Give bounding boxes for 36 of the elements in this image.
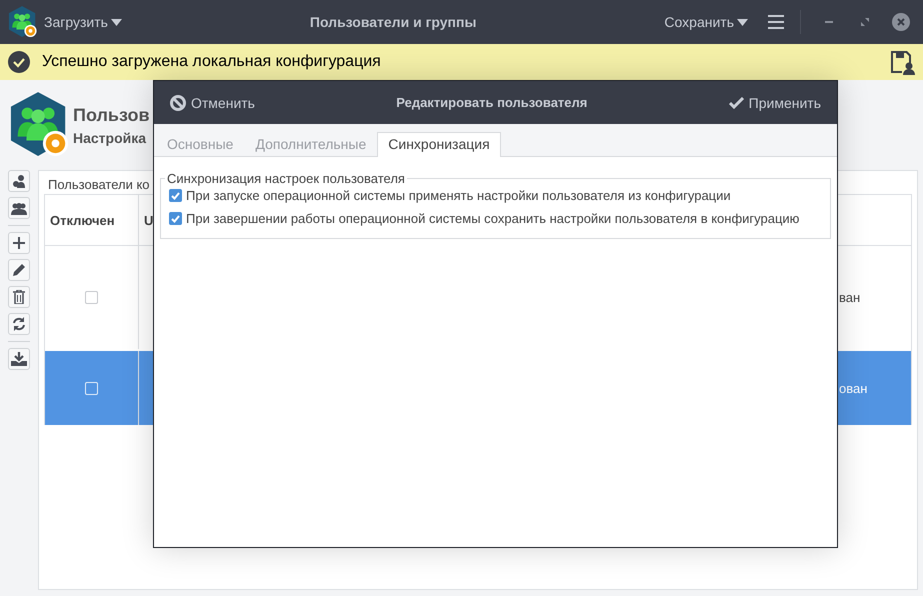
checkbox[interactable] xyxy=(169,212,182,225)
edit-icon[interactable] xyxy=(8,259,30,281)
save-user-icon[interactable] xyxy=(889,49,915,75)
caret-icon xyxy=(737,18,748,26)
checkbox-label: При запуске операционной системы применять настройки пользователя из конфигурации xyxy=(186,188,731,203)
add-icon[interactable] xyxy=(8,232,30,254)
notification-text: Успешно загружена локальная конфигурация xyxy=(42,53,381,70)
check-icon xyxy=(728,96,744,108)
group-title: Синхронизация настроек пользователя xyxy=(166,171,406,186)
checkbox[interactable] xyxy=(85,291,98,304)
app-subtitle: Настройка xyxy=(73,130,146,146)
checkbox-label: При завершении работы операционной системы сохранить настройки пользователя в конфигурацию xyxy=(186,211,800,226)
app-title: Пользов xyxy=(73,104,150,124)
cancel-button[interactable]: Отменить xyxy=(168,92,257,112)
dialog-title: Редактировать пользователя xyxy=(396,95,588,110)
load-button[interactable]: Загрузить xyxy=(38,10,128,34)
user-settings-icon[interactable] xyxy=(8,170,30,192)
delete-icon[interactable] xyxy=(8,286,30,308)
caret-icon xyxy=(110,18,122,26)
logo-icon xyxy=(8,5,38,39)
cancel-icon xyxy=(170,94,186,110)
refresh-icon[interactable] xyxy=(8,313,30,335)
column-header: Отключен xyxy=(50,212,115,228)
table-cell: ван xyxy=(839,290,860,305)
success-icon xyxy=(8,51,30,73)
window-title: Пользователи и группы xyxy=(310,14,476,30)
download-icon[interactable] xyxy=(8,348,30,370)
apply-button[interactable]: Применить xyxy=(726,92,823,112)
checkbox[interactable] xyxy=(169,189,182,202)
tab[interactable]: Синхронизация xyxy=(377,132,501,157)
group-icon[interactable] xyxy=(8,197,30,219)
column-header: U xyxy=(144,212,154,228)
panel-tab[interactable]: Пользователи ко xyxy=(48,177,150,192)
table-cell: ован xyxy=(839,380,868,396)
table-row[interactable]: ван xyxy=(45,246,911,349)
save-button[interactable]: Сохранить xyxy=(658,10,754,34)
